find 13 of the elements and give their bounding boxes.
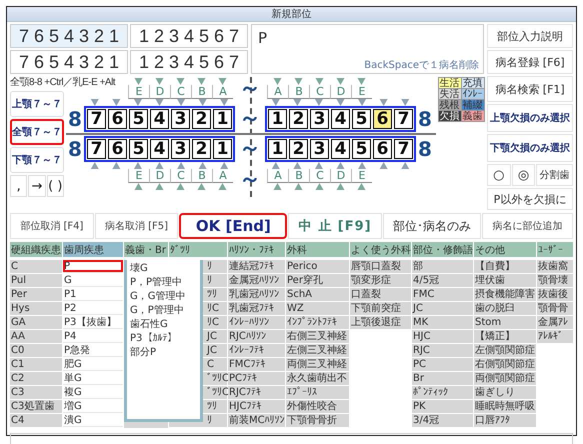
- hint-text: BackSpaceで１病名削除: [364, 58, 479, 72]
- legend-chip: 欠損: [438, 110, 462, 122]
- legend-chip: 生活: [438, 76, 462, 88]
- legend-chip: 残根: [438, 98, 462, 110]
- tilde-mark: ～: [238, 109, 262, 129]
- shortcut-hint: 全顎8-8 +Ctrl／乳E-E +Alt: [10, 77, 116, 89]
- tilde-mark: ～: [238, 78, 262, 98]
- legend-chip: 充填: [460, 76, 484, 88]
- window-title: 新規部位: [7, 7, 576, 22]
- tilde-mark: ～: [238, 139, 262, 159]
- tilde-mark: ～: [238, 170, 262, 190]
- legend-chip: 失活: [438, 88, 462, 100]
- disease-value: P: [258, 29, 268, 47]
